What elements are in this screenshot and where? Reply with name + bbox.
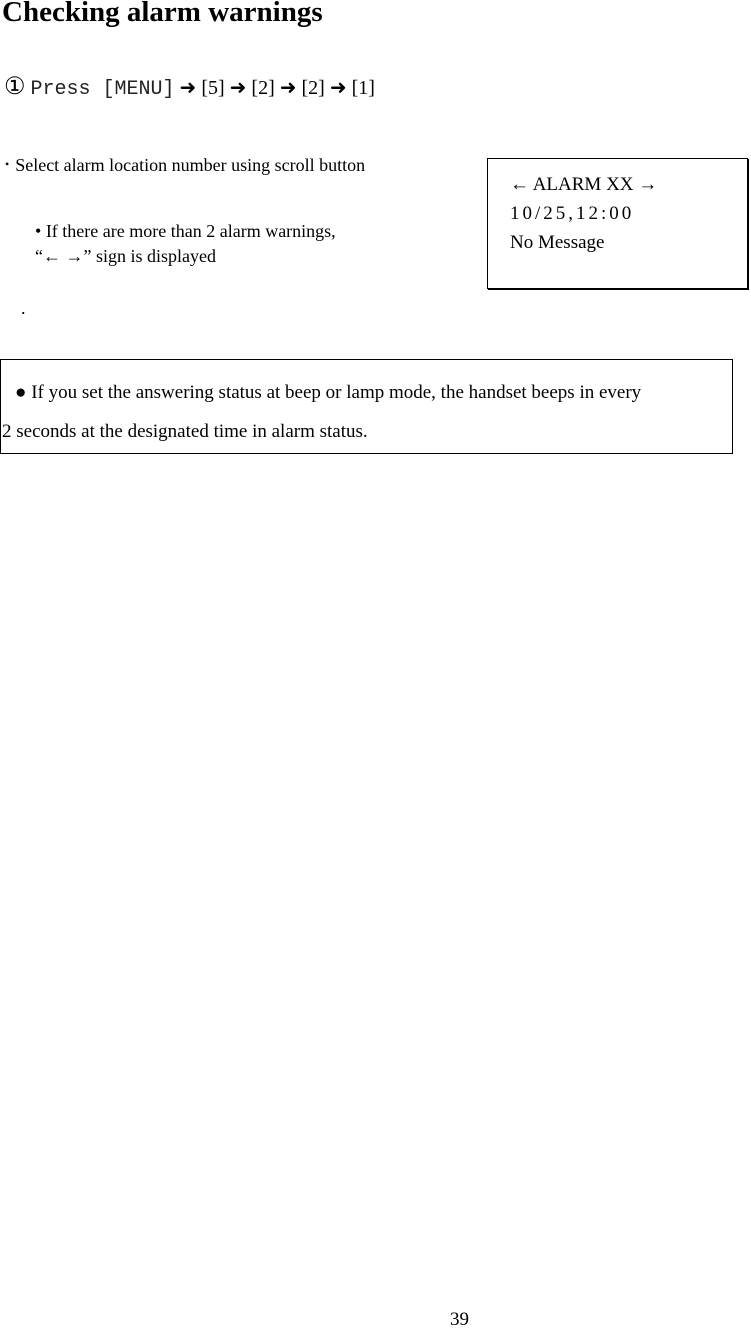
warning-instruction: • If there are more than 2 alarm warning… [35, 219, 419, 269]
menu-navigation-step: ① Press [MENU] ➜ [5] ➜ [2] ➜ [2] ➜ [1] [4, 72, 375, 101]
arrow-right-icon: ➜ [329, 77, 347, 99]
stray-period: . [21, 298, 26, 318]
filled-circle-bullet-icon: ● [15, 382, 27, 403]
select-instruction-text: Select alarm location number using scrol… [15, 155, 366, 175]
lcd-datetime: 10/25,12:00 [510, 203, 635, 224]
key-label: [2] [251, 77, 275, 99]
note-text-line2: 2 seconds at the designated time in alar… [2, 421, 368, 442]
note-text-line1: If you set the answering status at beep … [31, 382, 642, 403]
lcd-alarm-line: ← ALARM XX → [510, 174, 657, 196]
lcd-display-box: ← ALARM XX → 10/25,12:00 No Message [487, 158, 748, 289]
note-line1: ● If you set the answering status at bee… [15, 382, 641, 404]
arrow-right-icon: ➜ [279, 77, 297, 99]
press-menu-text: Press [MENU] [30, 78, 175, 101]
arrow-right-icon: ➜ [229, 77, 247, 99]
key-label: [5] [201, 77, 225, 99]
bullet-icon: • [35, 221, 42, 241]
key-label: [1] [351, 77, 375, 99]
note-box: ● If you set the answering status at bee… [0, 359, 733, 454]
warning-text-line2: “← →” sign is displayed [35, 246, 216, 266]
key-label: [2] [301, 77, 325, 99]
page-number: 39 [450, 1309, 469, 1330]
step-number-icon: ① [4, 74, 26, 100]
warning-text-line1: If there are more than 2 alarm warnings, [45, 221, 336, 241]
arrow-right-icon: ➜ [179, 77, 197, 99]
lcd-message: No Message [510, 232, 605, 253]
lcd-alarm-label: ALARM XX [532, 174, 634, 195]
page-title: Checking alarm warnings [2, 0, 323, 28]
select-instruction: • Select alarm location number using scro… [5, 155, 365, 176]
arrow-left-icon: ← [510, 174, 529, 195]
arrow-right-icon: → [638, 174, 658, 195]
bullet-icon: • [5, 157, 10, 171]
